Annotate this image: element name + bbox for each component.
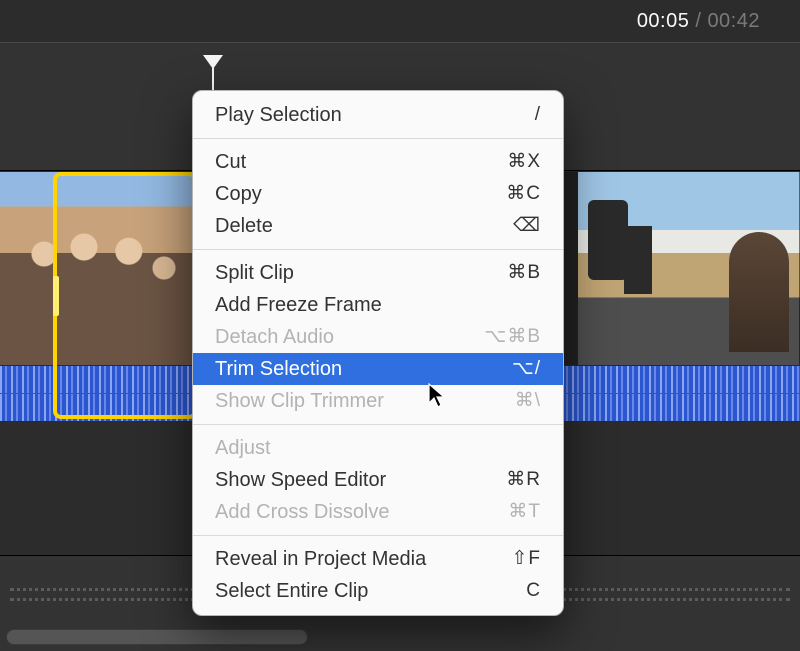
horizontal-scrollbar[interactable] [6,629,308,645]
menu-item-shortcut: / [535,102,541,128]
time-current: 00:05 [637,10,690,33]
menu-item-trim-selection[interactable]: Trim Selection ⌥/ [193,353,563,385]
menu-item-label: Add Freeze Frame [215,292,382,318]
menu-item-add-cross-dissolve: Add Cross Dissolve ⌘T [193,496,563,528]
menu-item-label: Reveal in Project Media [215,546,426,572]
menu-item-shortcut: ⌘B [507,260,541,286]
menu-item-show-clip-trimmer: Show Clip Trimmer ⌘\ [193,385,563,417]
menu-item-adjust: Adjust [193,432,563,464]
menu-item-copy[interactable]: Copy ⌘C [193,178,563,210]
menu-separator [193,535,563,536]
menu-item-label: Split Clip [215,260,294,286]
menu-separator [193,424,563,425]
menu-item-label: Play Selection [215,102,342,128]
menu-item-label: Delete [215,213,273,239]
menu-item-delete[interactable]: Delete ⌫ [193,210,563,242]
time-total: 00:42 [707,10,760,33]
menu-item-shortcut: ⌥/ [512,356,541,382]
clip-thumbnail-2[interactable] [578,172,800,365]
menu-item-shortcut: ⌘C [506,181,541,207]
time-separator: / [695,10,701,33]
clip-thumbnail-1[interactable] [0,172,200,365]
menu-item-shortcut: C [526,578,541,604]
menu-item-shortcut: ⇧F [511,546,541,572]
menu-item-reveal-in-project-media[interactable]: Reveal in Project Media ⇧F [193,543,563,575]
menu-item-shortcut: ⌘T [508,499,541,525]
context-menu[interactable]: Play Selection / Cut ⌘X Copy ⌘C Delete ⌫ Split C… [192,90,564,616]
menu-item-detach-audio: Detach Audio ⌥⌘B [193,321,563,353]
menu-separator [193,249,563,250]
menu-item-shortcut: ⌘\ [515,388,541,414]
menu-item-add-freeze-frame[interactable]: Add Freeze Frame [193,289,563,321]
menu-item-label: Trim Selection [215,356,342,382]
menu-item-split-clip[interactable]: Split Clip ⌘B [193,257,563,289]
timecode-bar: 00:05 / 00:42 [0,0,800,43]
menu-item-shortcut: ⌘R [506,467,541,493]
menu-item-shortcut: ⌫ [513,213,541,239]
menu-item-label: Add Cross Dissolve [215,499,390,525]
menu-item-label: Copy [215,181,262,207]
menu-item-label: Detach Audio [215,324,334,350]
menu-item-select-entire-clip[interactable]: Select Entire Clip C [193,575,563,607]
playhead-icon[interactable] [203,55,223,69]
menu-item-label: Select Entire Clip [215,578,368,604]
menu-item-show-speed-editor[interactable]: Show Speed Editor ⌘R [193,464,563,496]
menu-item-label: Show Speed Editor [215,467,386,493]
menu-item-cut[interactable]: Cut ⌘X [193,146,563,178]
menu-item-label: Adjust [215,435,271,461]
menu-item-shortcut: ⌘X [507,149,541,175]
menu-item-shortcut: ⌥⌘B [484,324,541,350]
menu-item-label: Show Clip Trimmer [215,388,384,414]
menu-item-label: Cut [215,149,246,175]
menu-item-play-selection[interactable]: Play Selection / [193,99,563,131]
menu-separator [193,138,563,139]
